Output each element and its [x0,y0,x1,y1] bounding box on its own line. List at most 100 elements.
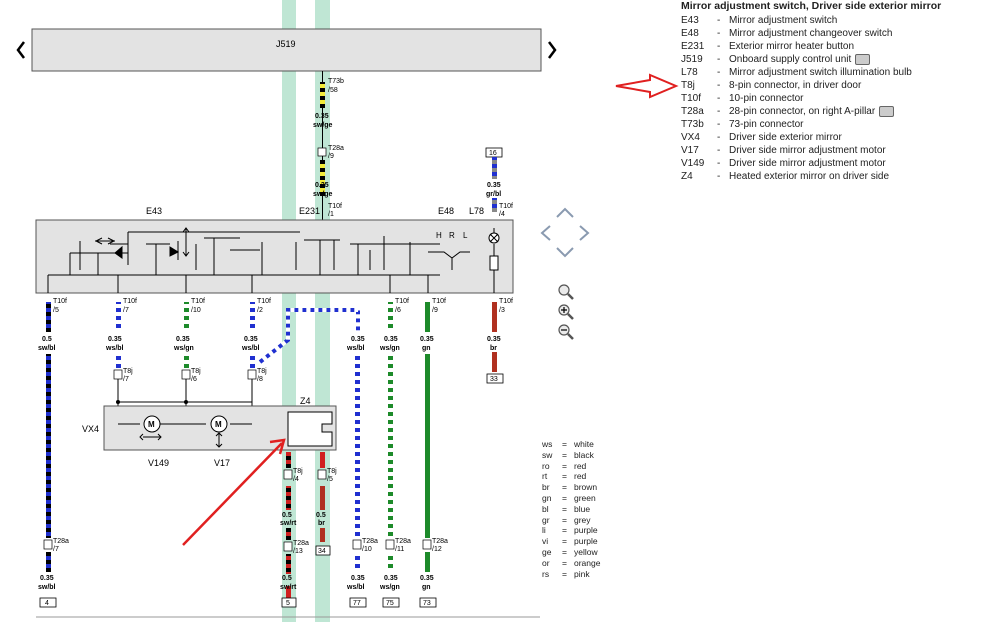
scroll-left-icon[interactable] [16,41,25,59]
color-abbrev: br [542,482,550,493]
e43-label: E43 [146,206,162,216]
wire-label: ws/gn [379,345,400,352]
zoom-in-icon[interactable] [558,304,574,320]
legend-code: T28a [681,106,704,117]
motor-m1-icon: M [148,420,155,429]
wire-label: ws/bl [346,584,365,591]
wire-label: T10f [432,298,446,305]
wire-label: gn [422,345,431,352]
camera-icon[interactable] [855,54,871,65]
color-abbrev: sw [542,449,553,460]
wire-label: 0.35 [384,575,398,582]
wire-label: /4 [293,476,299,483]
legend-item: V149 - Driver side mirror adjustment motor [681,157,1000,170]
legend-desc: Exterior mirror heater button [729,41,855,52]
color-abbrev: rt [542,471,548,482]
color-equals: = [562,568,567,579]
color-equals: = [562,536,567,547]
legend-desc: 73-pin connector [729,119,804,130]
annotation-arrow-diagram [182,442,283,546]
l78-pin: /4 [499,211,505,218]
legend-dash: - [717,54,721,65]
wire-l78-grbl [492,157,497,179]
wire-label: 77 [353,600,361,607]
color-abbrev: gn [542,492,552,503]
color-abbrev: bl [542,503,549,514]
wire-label: 75 [386,600,394,607]
color-equals: = [562,471,567,482]
legend-desc: Mirror adjustment switch illumination bu… [729,67,912,78]
wire-label: 73 [423,600,431,607]
color-equals: = [562,449,567,460]
legend-desc: 28-pin connector, on right A-pillar [729,106,876,117]
top-t10f: T10f [328,203,342,210]
pan-control[interactable] [540,207,590,258]
wire-label: 33 [490,376,498,383]
wire-label: T8j [327,468,337,475]
wire-label: gn [422,584,431,591]
color-equals: = [562,557,567,568]
wire-label: /6 [191,376,197,383]
pan-up-icon[interactable] [556,207,574,218]
legend-code: J519 [681,54,703,65]
wire-label: 0.5 [282,512,292,519]
wire-label: sw/rt [280,520,297,527]
l78-color: gr/bl [486,191,501,198]
wire-label: /12 [432,546,442,553]
color-key-item: ge = yellow [542,547,600,558]
vx4-label: VX4 [82,424,99,434]
wire-label: 0.5 [42,336,52,343]
camera-icon[interactable] [879,106,895,117]
zoom-controls[interactable] [558,284,574,340]
switch-pos-h: H [436,231,442,240]
wire-label: /3 [499,307,505,314]
color-key-item: or = orange [542,558,600,569]
legend-item: T8j -8-pin connector, in driver door [681,79,1000,92]
legend-desc: Driver side exterior mirror [729,132,842,143]
pan-down-icon[interactable] [556,247,574,258]
scroll-right-icon[interactable] [548,41,557,59]
zoom-out-icon[interactable] [558,324,574,340]
wire-label: T8j [293,468,303,475]
top-t10f-pin: /1 [328,211,334,218]
wire-label: ws/bl [241,345,260,352]
wire-top-swge-1 [320,82,325,108]
top-size-1: 0.35 [315,113,329,120]
color-key-item: ws = white [542,439,600,450]
wire-label: sw/bl [38,345,56,352]
wire-label: /7 [123,376,129,383]
wire-label: T8j [191,368,201,375]
zoom-fit-icon[interactable] [558,284,574,300]
legend-item: Z4 - Heated exterior mirror on driver side [681,170,1000,183]
legend-code: E231 [681,41,705,52]
legend-item: T28a -28-pin connector, on right A-pillar [681,105,1000,118]
legend-dash: - [717,41,721,52]
legend-code: T73b [681,119,704,130]
color-key-item: sw = black [542,450,600,461]
legend-dash: - [717,132,721,143]
top-color-1: sw/ge [313,122,333,129]
color-key-item: li = purple [542,525,600,536]
legend-desc: Mirror adjustment switch [729,15,838,26]
legend-desc: Mirror adjustment changeover switch [729,28,893,39]
wire-label: 4 [45,600,49,607]
legend-dash: - [717,145,721,156]
wire-label: 0.35 [384,336,398,343]
motor-m2-icon: M [215,420,222,429]
wire-label: sw/bl [38,584,56,591]
wire-label: 0.35 [40,575,54,582]
wire-label: 0.35 [244,336,258,343]
legend-title: Mirror adjustment switch, Driver side ex… [681,0,942,12]
legend-dash: - [717,28,721,39]
wire-label: T28a [293,540,309,547]
legend-dash: - [717,171,721,182]
color-name: green [574,492,596,503]
pan-right-icon[interactable] [579,225,590,241]
wire-label: 34 [318,548,326,555]
top-color-2: sw/ge [313,191,333,198]
legend-item: T73b -73-pin connector [681,118,1000,131]
color-abbrev: vi [542,536,549,547]
legend-dash: - [717,119,721,130]
legend-dash: - [717,67,721,78]
pan-left-icon[interactable] [540,225,551,241]
